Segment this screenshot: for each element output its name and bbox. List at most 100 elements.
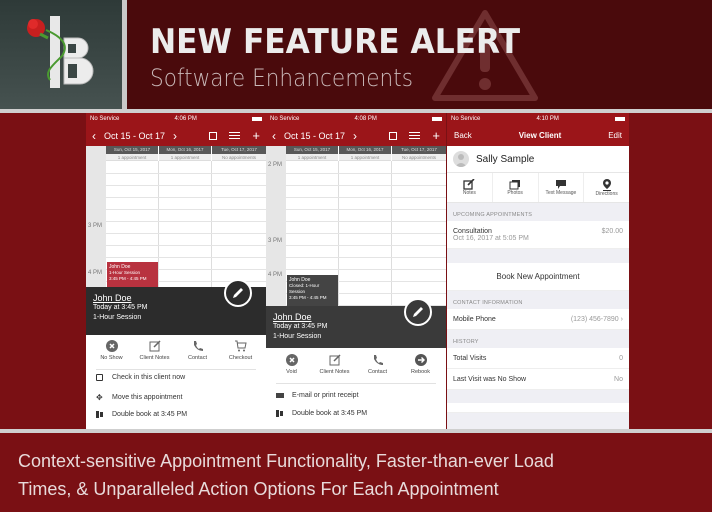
- appointment-actions: No Show Client Notes Contact Checkout: [86, 335, 266, 361]
- text-message-button[interactable]: Text Message: [539, 173, 585, 202]
- upcoming-appointment-row[interactable]: Consultation $20.00 Oct 16, 2017 at 5:05…: [447, 221, 629, 249]
- photos-button[interactable]: Photos: [493, 173, 539, 202]
- location-pin-icon: [602, 178, 611, 191]
- menu-label: Double book at 3:45 PM: [292, 410, 368, 417]
- action-label: Client Notes: [319, 369, 350, 375]
- time-column: [266, 146, 286, 311]
- edit-appointment-button[interactable]: [224, 279, 252, 307]
- checkout-button[interactable]: Checkout: [221, 339, 261, 361]
- divider: [286, 257, 446, 258]
- action-label: Void: [286, 369, 297, 375]
- appointment-service: Consultation: [453, 227, 492, 235]
- void-button[interactable]: Void: [272, 353, 312, 375]
- edit-appointment-button[interactable]: [404, 298, 432, 326]
- phone-screen-calendar-open: No Service 4:06 PM ‹ Oct 15 - Oct 17 › +…: [86, 113, 266, 430]
- action-label: Contact: [368, 369, 387, 375]
- add-button[interactable]: +: [432, 128, 440, 143]
- history-row: Total Visits 0: [447, 348, 629, 369]
- history-value: No: [614, 375, 623, 383]
- clock: 4:06 PM: [174, 116, 197, 122]
- book-new-appointment-button[interactable]: Book New Appointment: [447, 263, 629, 291]
- action-label: Notes: [462, 190, 476, 196]
- action-label: Photos: [507, 190, 523, 196]
- caption-line: Times, & Unparalleled Action Options For…: [18, 479, 499, 499]
- double-book-option[interactable]: Double book at 3:45 PM: [276, 410, 367, 417]
- history-value: 0: [619, 354, 623, 362]
- calendar-navbar: ‹ Oct 15 - Oct 17 › +: [86, 125, 266, 146]
- appointment-service: Closed: 1-Hour Session: [289, 283, 320, 294]
- calendar-navbar: ‹ Oct 15 - Oct 17 › +: [266, 125, 446, 146]
- calendar-icon[interactable]: [389, 131, 398, 140]
- appointment-actions: Void Client Notes Contact Rebook: [266, 353, 446, 375]
- client-notes-button[interactable]: Client Notes: [315, 353, 355, 375]
- notes-icon: [329, 354, 341, 366]
- list-icon[interactable]: [229, 132, 241, 139]
- divider: [286, 173, 446, 174]
- section-header: HISTORY: [447, 330, 629, 348]
- date-range-label[interactable]: Oct 15 - Oct 17: [284, 131, 345, 141]
- divider: [286, 197, 446, 198]
- battery-icon: [614, 117, 625, 121]
- calendar-grid: Sun, Oct 15, 2017 Mon, Oct 16, 2017 Tue,…: [266, 146, 446, 336]
- rebook-button[interactable]: Rebook: [401, 353, 441, 375]
- time-label: 4 PM: [268, 272, 283, 278]
- double-book-option[interactable]: Double book at 3:45 PM: [96, 411, 187, 418]
- date-range-label[interactable]: Oct 15 - Oct 17: [104, 131, 165, 141]
- add-button[interactable]: +: [252, 128, 260, 143]
- notes-icon: [149, 340, 161, 352]
- appointment-time: 3:45 PM - 4:45 PM: [289, 295, 327, 300]
- time-label: 3 PM: [268, 238, 283, 244]
- contact-button[interactable]: Contact: [178, 339, 218, 361]
- carrier-label: No Service: [451, 116, 481, 122]
- arrow-right-circle-icon: [414, 354, 427, 366]
- edit-button[interactable]: Edit: [608, 131, 622, 140]
- notes-button[interactable]: Notes: [447, 173, 493, 202]
- divider: [286, 245, 446, 246]
- divider: [286, 209, 446, 210]
- notes-icon: [463, 179, 475, 190]
- appointment-time: 3:45 PM - 4:45 PM: [109, 276, 147, 281]
- move-appointment-option[interactable]: ✥ Move this appointment: [96, 393, 182, 402]
- divider: [286, 185, 446, 186]
- next-range-button[interactable]: ›: [353, 129, 357, 143]
- action-label: No Show: [100, 355, 123, 361]
- prev-range-button[interactable]: ‹: [92, 129, 96, 143]
- status-bar: No Service 4:10 PM: [447, 113, 629, 125]
- next-range-button[interactable]: ›: [173, 129, 177, 143]
- contact-label: Mobile Phone: [453, 315, 496, 323]
- calendar-icon[interactable]: [209, 131, 218, 140]
- prev-range-button[interactable]: ‹: [272, 129, 276, 143]
- book-label: Book New Appointment: [496, 272, 580, 281]
- divider: [106, 245, 266, 246]
- back-button[interactable]: Back: [454, 131, 472, 140]
- carrier-label: No Service: [270, 116, 300, 122]
- client-notes-button[interactable]: Client Notes: [135, 339, 175, 361]
- list-icon[interactable]: [409, 132, 421, 139]
- list-row: [447, 403, 629, 413]
- divider: [106, 173, 266, 174]
- appointment-date: Oct 16, 2017 at 5:05 PM: [453, 234, 529, 242]
- detail-service: 1-Hour Session: [93, 314, 142, 321]
- column-appointment-count: 1 appointment: [106, 154, 158, 161]
- phone-icon: [373, 355, 383, 365]
- client-name: Sally Sample: [476, 153, 535, 165]
- mobile-phone-row[interactable]: Mobile Phone (123) 456-7890 ›: [447, 309, 629, 330]
- contact-button[interactable]: Contact: [358, 353, 398, 375]
- column-appointment-count: No appointments: [392, 154, 446, 161]
- history-label: Total Visits: [453, 354, 487, 362]
- section-header: CONTACT INFORMATION: [447, 291, 629, 309]
- no-show-button[interactable]: No Show: [92, 339, 132, 361]
- divider: [106, 209, 266, 210]
- action-label: Contact: [188, 355, 207, 361]
- divider: [338, 161, 339, 311]
- move-icon: ✥: [96, 393, 103, 402]
- chat-icon: [555, 180, 566, 189]
- envelope-icon: [276, 393, 288, 398]
- phone-screen-view-client: No Service 4:10 PM Back View Client Edit…: [447, 113, 629, 430]
- column-header-date: Mon, Oct 16, 2017: [159, 146, 211, 154]
- divider: [106, 185, 266, 186]
- check-in-option[interactable]: Check in this client now: [96, 374, 185, 381]
- column-header-date: Sun, Oct 15, 2017: [106, 146, 158, 154]
- directions-button[interactable]: Directions: [584, 173, 629, 202]
- email-receipt-option[interactable]: E-mail or print receipt: [276, 392, 359, 399]
